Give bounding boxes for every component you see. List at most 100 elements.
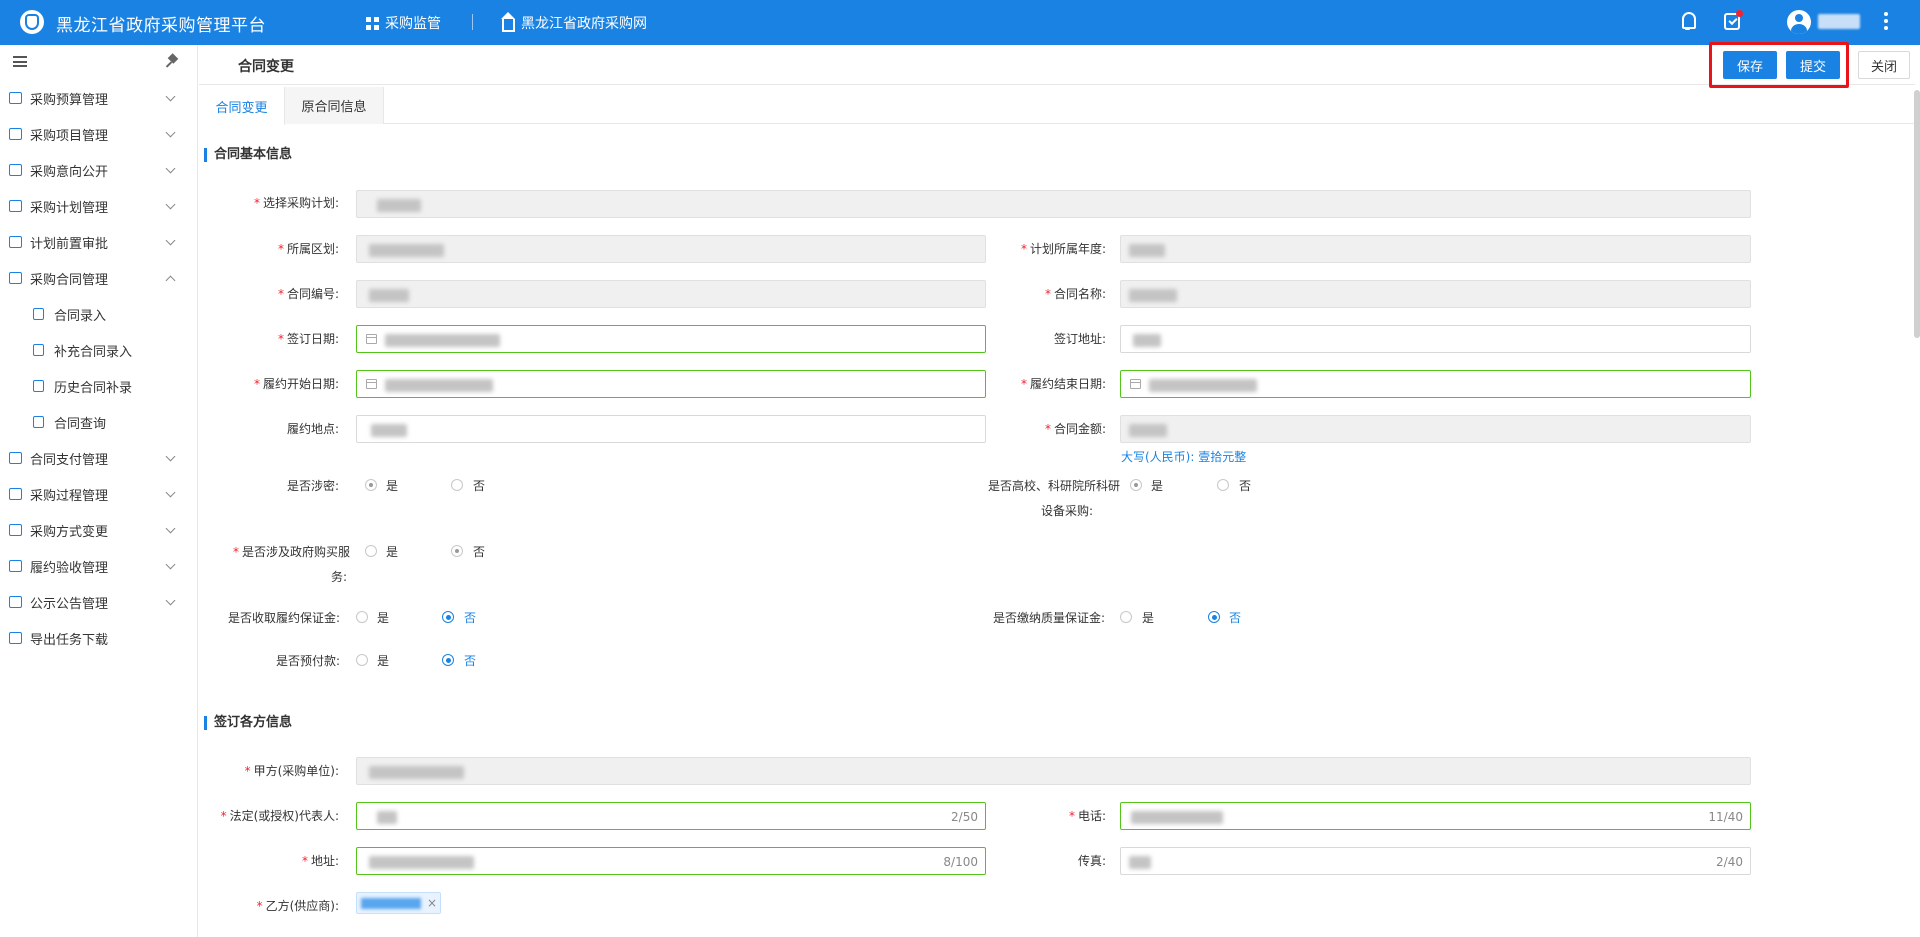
bell-icon[interactable] [1680,12,1696,30]
sidebar-item-plan[interactable]: 采购计划管理 [0,188,198,224]
chevron-down-icon [165,451,176,461]
page-header: 合同变更 保存 提交 关闭 [199,42,1915,88]
quality-bond-no-label[interactable]: 否 [1229,609,1241,626]
nav-procurement-website[interactable]: 黑龙江省政府采购网 [501,11,647,33]
chevron-down-icon [165,199,176,209]
announcement-icon [9,596,22,608]
start-date-picker[interactable] [356,370,986,398]
nav-procurement-supervision[interactable]: 采购监管 [366,13,441,33]
sidebar-item-contract-entry[interactable]: 合同录入 [0,296,198,332]
sidebar-item-supplement-entry[interactable]: 补充合同录入 [0,332,198,368]
prepay-yes-radio[interactable] [356,654,368,666]
sign-address-input[interactable] [1120,325,1751,353]
supplier-tag[interactable]: × [356,892,441,914]
sidebar-item-history-entry[interactable]: 历史合同补录 [0,368,198,404]
sidebar-item-label: 采购合同管理 [30,272,109,288]
sidebar-item-intention[interactable]: 采购意向公开 [0,152,198,188]
budget-icon [9,92,22,104]
secret-yes-label[interactable]: 是 [386,477,398,494]
sidebar-item-budget[interactable]: 采购预算管理 [0,80,198,116]
sidebar-item-label: 合同支付管理 [30,452,109,468]
quality-bond-yes-label[interactable]: 是 [1142,609,1154,626]
quality-bond-no-radio[interactable] [1208,611,1220,623]
sidebar-item-label: 采购方式变更 [30,524,109,540]
main-vertical-scrollbar[interactable] [1914,90,1920,338]
address-input[interactable]: 8/100 [356,847,986,875]
sidebar-item-project[interactable]: 采购项目管理 [0,116,198,152]
username-redacted[interactable] [1818,14,1860,29]
perf-bond-no-label[interactable]: 否 [464,609,476,626]
sidebar: 采购预算管理 采购项目管理 采购意向公开 采购计划管理 计划前置审批 采购合同管… [0,45,198,937]
sign-date-picker[interactable] [356,325,986,353]
sidebar-item-announcement[interactable]: 公示公告管理 [0,584,198,620]
university-label-line2: 设备采购: [1040,504,1093,518]
prepay-no-label[interactable]: 否 [464,652,476,669]
gov-service-label-line1: * 是否涉及政府购买服 [232,545,350,559]
notification-dot [1736,10,1743,17]
more-vertical-icon[interactable] [1884,12,1888,32]
plan-label: * 选择采购计划: [253,196,339,210]
prepay-yes-label[interactable]: 是 [377,652,389,669]
prepay-no-radio[interactable] [442,654,454,666]
close-button[interactable]: 关闭 [1858,51,1910,79]
fax-input[interactable]: 2/40 [1120,847,1751,875]
submit-button[interactable]: 提交 [1786,51,1840,79]
chevron-down-icon [165,163,176,173]
avatar-icon[interactable] [1787,10,1811,34]
tab-contract-change[interactable]: 合同变更 [199,87,285,125]
perf-bond-yes-label[interactable]: 是 [377,609,389,626]
chevron-down-icon [165,235,176,245]
save-button[interactable]: 保存 [1723,51,1777,79]
perf-bond-no-radio[interactable] [442,611,454,623]
chevron-down-icon [165,595,176,605]
sidebar-item-method-change[interactable]: 采购方式变更 [0,512,198,548]
legal-rep-input[interactable]: 2/50 [356,802,986,830]
pin-icon[interactable] [168,55,178,67]
sidebar-item-process[interactable]: 采购过程管理 [0,476,198,512]
tab-bar: 合同变更 原合同信息 [199,87,1915,125]
sidebar-item-contract[interactable]: 采购合同管理 [0,260,198,296]
calendar-icon [366,334,377,344]
sidebar-item-label: 采购项目管理 [30,128,109,144]
start-date-label: * 履约开始日期: [253,377,339,391]
document-icon [33,344,44,356]
quality-bond-label: 是否缴纳质量保证金: [992,611,1105,625]
contract-name-label: * 合同名称: [1044,287,1106,301]
university-yes-label[interactable]: 是 [1151,477,1163,494]
home-icon [501,11,515,32]
quality-bond-yes-radio[interactable] [1120,611,1132,623]
sidebar-item-pre-approval[interactable]: 计划前置审批 [0,224,198,260]
fax-counter: 2/40 [1716,855,1743,869]
tab-original-contract[interactable]: 原合同信息 [285,87,384,124]
secret-yes-radio[interactable] [365,479,377,491]
phone-input[interactable]: 11/40 [1120,802,1751,830]
contract-no-field [356,280,986,308]
sidebar-item-payment[interactable]: 合同支付管理 [0,440,198,476]
sidebar-item-acceptance[interactable]: 履约验收管理 [0,548,198,584]
university-no-label[interactable]: 否 [1239,477,1251,494]
gov-service-no-label[interactable]: 否 [473,543,485,560]
perform-place-input[interactable] [356,415,986,443]
sidebar-item-label: 采购计划管理 [30,200,109,216]
sidebar-item-contract-query[interactable]: 合同查询 [0,404,198,440]
sidebar-item-export[interactable]: 导出任务下载 [0,620,198,656]
perf-bond-yes-radio[interactable] [356,611,368,623]
university-yes-radio[interactable] [1130,479,1142,491]
approval-icon [9,236,22,248]
year-field [1120,235,1751,263]
secret-no-radio[interactable] [451,479,463,491]
process-icon [9,488,22,500]
end-date-label: * 履约结束日期: [1020,377,1106,391]
gov-service-yes-label[interactable]: 是 [386,543,398,560]
gov-service-no-radio[interactable] [451,545,463,557]
sidebar-header [0,45,197,79]
menu-toggle-icon[interactable] [13,56,27,67]
address-counter: 8/100 [943,855,978,869]
university-no-radio[interactable] [1217,479,1229,491]
gov-service-yes-radio[interactable] [365,545,377,557]
plan-icon [9,200,22,212]
end-date-picker[interactable] [1120,370,1751,398]
secret-no-label[interactable]: 否 [473,477,485,494]
close-icon[interactable]: × [427,896,437,910]
phone-label: * 电话: [1068,809,1106,823]
